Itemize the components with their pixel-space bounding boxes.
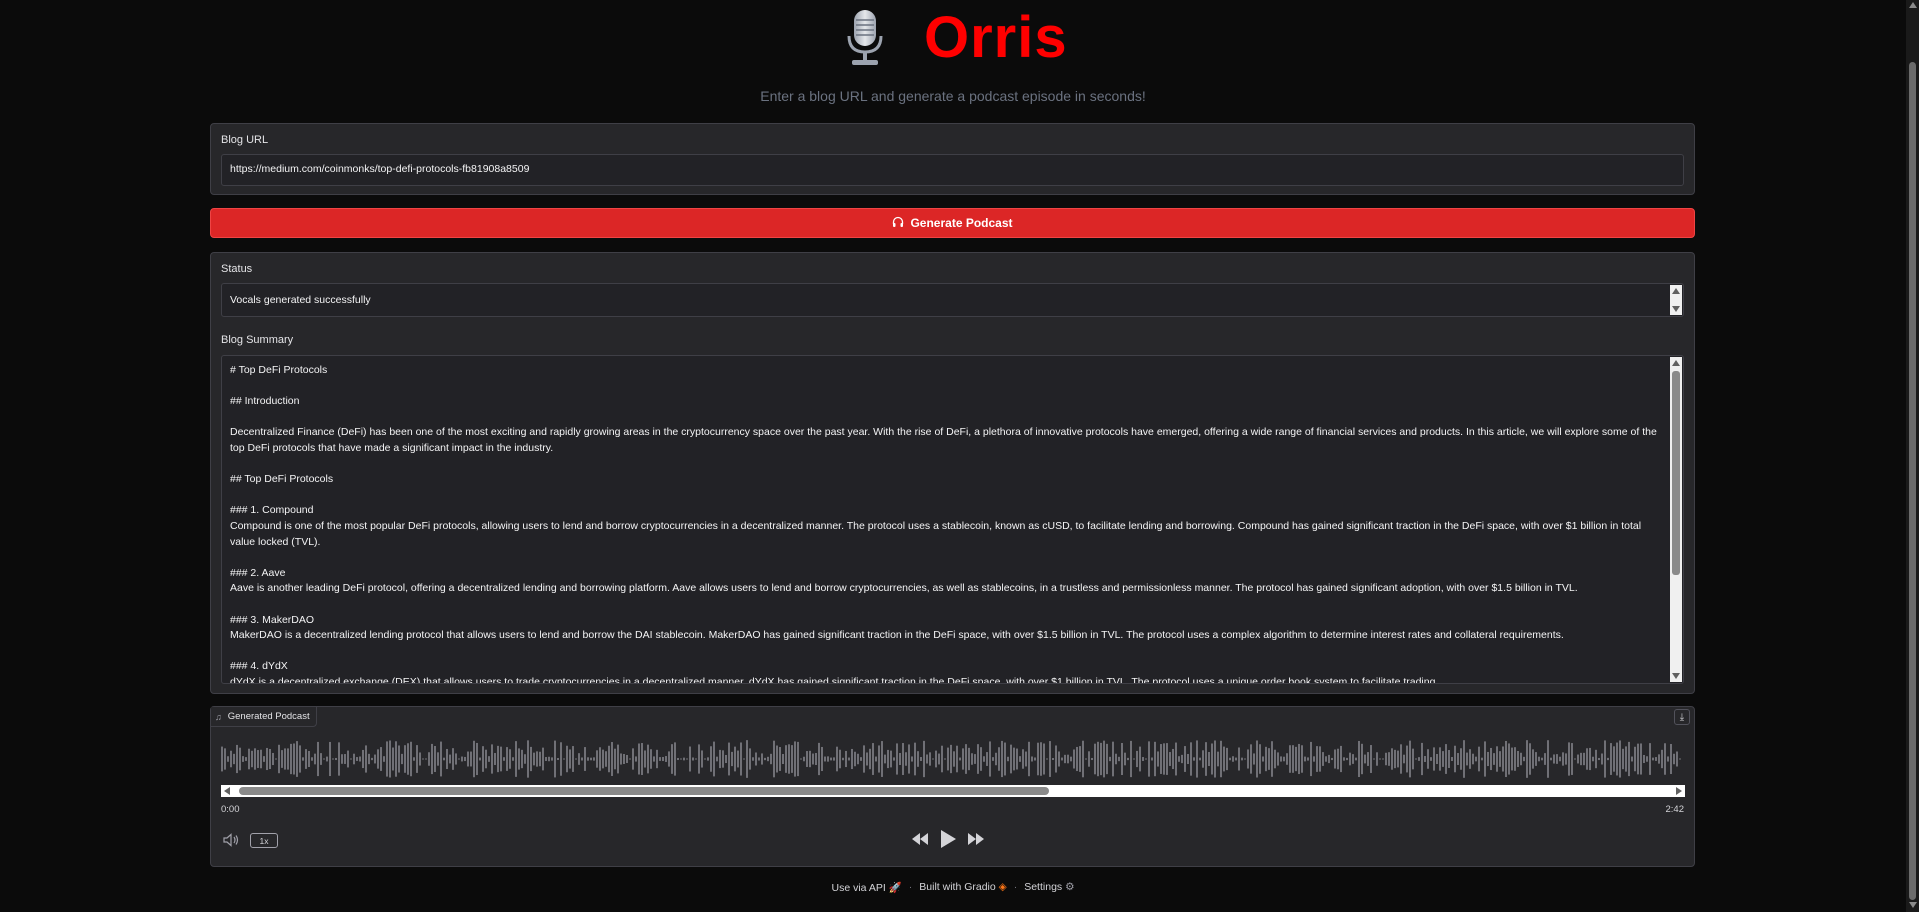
status-output[interactable]: Vocals generated successfully — [221, 283, 1684, 317]
summary-scrollbar[interactable] — [1670, 357, 1682, 682]
music-note-icon: ♫ — [215, 711, 222, 722]
summary-line: ## Introduction — [230, 395, 300, 408]
gear-icon: ⚙ — [1065, 881, 1075, 893]
blog-summary-label: Blog Summary — [221, 334, 294, 346]
built-with-gradio-label: Built with Gradio — [919, 881, 996, 893]
fast-forward-button[interactable] — [967, 832, 985, 846]
generate-podcast-button[interactable]: Generate Podcast — [210, 208, 1695, 238]
blog-url-panel: Blog URL https://medium.com/coinmonks/to… — [210, 123, 1695, 195]
page: Orris Enter a blog URL and generate a po… — [0, 0, 1906, 912]
summary-line: Aave is another leading DeFi protocol, o… — [230, 582, 1578, 595]
generate-podcast-label: Generate Podcast — [910, 216, 1013, 230]
volume-icon — [223, 833, 239, 847]
summary-line: ## Top DeFi Protocols — [230, 473, 334, 486]
summary-line: ### 2. Aave — [230, 566, 286, 579]
scroll-down-icon[interactable] — [1909, 902, 1917, 908]
audio-label: Generated Podcast — [227, 711, 310, 722]
summary-line: ### 1. Compound — [230, 504, 314, 517]
built-with-gradio-link[interactable]: Built with Gradio ◈ — [919, 881, 1006, 894]
audio-label-tag: ♫ Generated Podcast — [211, 707, 317, 727]
status-value: Vocals generated successfully — [230, 294, 371, 306]
blog-summary-text: # Top DeFi Protocols ## Introduction Decen… — [230, 363, 1660, 684]
summary-line: Decentralized Finance (DeFi) has been on… — [230, 426, 1657, 454]
settings-label: Settings — [1024, 881, 1063, 893]
headphones-icon — [892, 216, 904, 231]
gradio-logo-icon: ◈ — [998, 881, 1007, 893]
summary-blank-line — [230, 550, 1660, 566]
app-subtitle: Enter a blog URL and generate a podcast … — [760, 88, 1146, 104]
summary-blank-line — [230, 597, 1660, 613]
page-scroll-thumb[interactable] — [1909, 62, 1916, 900]
rocket-icon: 🚀 — [888, 882, 902, 894]
scroll-up-icon[interactable] — [1909, 2, 1917, 8]
blog-url-label: Blog URL — [221, 134, 269, 146]
scroll-right-icon[interactable] — [1676, 787, 1682, 795]
settings-link[interactable]: Settings ⚙ — [1024, 881, 1074, 894]
play-button[interactable] — [939, 829, 957, 849]
separator: · — [1013, 881, 1018, 893]
separator: · — [908, 881, 913, 893]
fast-forward-icon — [968, 833, 984, 845]
summary-line: dYdX is a decentralized exchange (DEX) t… — [230, 675, 1439, 684]
rewind-button[interactable] — [911, 832, 929, 846]
play-icon — [941, 830, 956, 848]
scroll-thumb[interactable] — [1672, 371, 1680, 575]
waveform-scrollbar[interactable] — [221, 785, 1685, 797]
app-header: Orris — [0, 6, 1906, 74]
playback-rate-button[interactable]: 1x — [250, 833, 278, 848]
blog-url-value: https://medium.com/coinmonks/top-defi-pr… — [230, 163, 530, 175]
use-api-link[interactable]: Use via API 🚀 — [831, 881, 901, 894]
microphone-icon — [847, 10, 883, 65]
volume-button[interactable] — [223, 833, 241, 850]
scroll-down-icon[interactable] — [1672, 306, 1680, 312]
summary-blank-line — [230, 379, 1660, 395]
summary-blank-line — [230, 410, 1660, 426]
current-time: 0:00 — [221, 804, 240, 815]
summary-line: ### 3. MakerDAO — [230, 613, 315, 626]
summary-blank-line — [230, 488, 1660, 504]
footer: Use via API 🚀 · Built with Gradio ◈ · Se… — [0, 881, 1906, 894]
app-title: Orris — [924, 5, 1068, 70]
blog-summary-output[interactable]: # Top DeFi Protocols ## Introduction Decen… — [221, 355, 1684, 684]
summary-blank-line — [230, 644, 1660, 660]
page-scrollbar[interactable] — [1906, 0, 1919, 912]
summary-line: Compound is one of the most popular DeFi… — [230, 519, 1642, 548]
use-api-label: Use via API — [831, 882, 886, 894]
download-icon: ⤓ — [1679, 711, 1685, 723]
audio-player: ♫ Generated Podcast ⤓ 0:00 2:42 1x — [210, 706, 1695, 867]
download-button[interactable]: ⤓ — [1674, 709, 1690, 725]
blog-url-input[interactable]: https://medium.com/coinmonks/top-defi-pr… — [221, 154, 1684, 186]
scroll-left-icon[interactable] — [224, 787, 230, 795]
summary-line: ### 4. dYdX — [230, 660, 288, 673]
playback-controls — [911, 829, 985, 849]
audio-waveform[interactable] — [221, 737, 1685, 781]
summary-line: MakerDAO is a decentralized lending prot… — [230, 629, 1564, 642]
summary-blank-line — [230, 457, 1660, 473]
scroll-up-icon[interactable] — [1672, 360, 1680, 366]
status-scrollbar[interactable] — [1670, 285, 1682, 315]
summary-line: # Top DeFi Protocols — [230, 364, 328, 376]
duration: 2:42 — [1665, 804, 1685, 815]
rewind-icon — [912, 833, 928, 845]
scroll-down-icon[interactable] — [1672, 673, 1680, 679]
waveform-scroll-thumb[interactable] — [239, 787, 1049, 795]
scroll-up-icon[interactable] — [1672, 288, 1680, 294]
status-label: Status — [221, 263, 253, 275]
